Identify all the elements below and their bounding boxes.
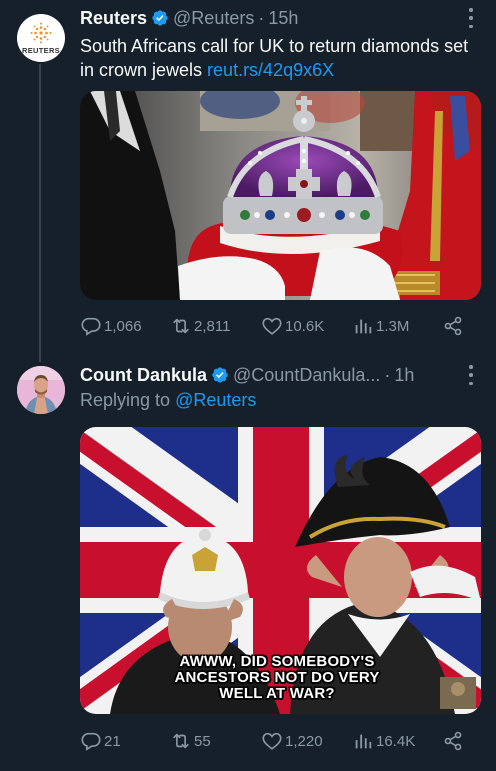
author-name[interactable]: Count Dankula <box>80 365 207 386</box>
retweet-count: 2,811 <box>194 317 231 335</box>
author-name[interactable]: Reuters <box>80 8 147 29</box>
reply-mention-link[interactable]: @Reuters <box>175 390 256 410</box>
reuters-logo-icon <box>30 22 52 43</box>
meme-caption-line: WELL AT WAR? <box>219 685 335 702</box>
separator-dot: · <box>384 364 391 385</box>
retweet-icon <box>173 318 189 334</box>
reply-button[interactable]: 1,066 <box>80 314 142 338</box>
more-options-icon[interactable] <box>468 365 474 385</box>
more-options-icon[interactable] <box>468 8 474 28</box>
verified-badge-icon <box>212 367 228 383</box>
tweet-timestamp[interactable]: 1h <box>394 365 414 386</box>
reuters-logo-wordmark: REUTERS <box>22 45 60 55</box>
share-button[interactable] <box>442 729 466 753</box>
tweet-photo-meme[interactable]: AWWW, DID SOMEBODY'S ANCESTORS NOT DO VE… <box>80 427 481 714</box>
views-chart-icon <box>355 319 372 334</box>
tweet-actions: 21 55 1,220 16.4K <box>80 729 484 753</box>
tweet-photo-crown[interactable] <box>80 91 481 300</box>
share-icon <box>444 316 462 336</box>
crown-photo-icon <box>80 91 481 300</box>
dankula-avatar[interactable] <box>17 366 65 414</box>
author-handle[interactable]: @Reuters <box>173 8 254 29</box>
reply-count: 21 <box>104 732 121 750</box>
retweet-button[interactable]: 2,811 <box>170 314 230 338</box>
retweet-icon <box>173 733 189 749</box>
reply-icon <box>81 732 101 751</box>
tweet-timestamp[interactable]: 15h <box>268 8 298 29</box>
meme-caption-line: AWWW, DID SOMEBODY'S <box>179 653 375 670</box>
views-button[interactable]: 1.3M <box>352 314 409 338</box>
tweet-link[interactable]: reut.rs/42q9x6X <box>207 60 334 80</box>
tweet-header: Count Dankula @CountDankula... · 1h <box>80 363 414 387</box>
tweet-text: South Africans call for UK to return dia… <box>80 34 480 82</box>
heart-icon <box>262 317 282 335</box>
meme-caption: AWWW, DID SOMEBODY'S ANCESTORS NOT DO VE… <box>142 654 412 702</box>
replying-to-label: Replying to <box>80 390 176 410</box>
retweet-count: 55 <box>194 732 211 750</box>
view-count: 1.3M <box>376 317 410 335</box>
replying-to-line: Replying to @Reuters <box>80 390 256 411</box>
separator-dot: · <box>258 7 265 28</box>
heart-icon <box>262 732 282 750</box>
retweet-button[interactable]: 55 <box>170 729 211 753</box>
reuters-avatar[interactable]: REUTERS <box>17 14 65 62</box>
thread-connector-line <box>39 64 41 362</box>
author-handle[interactable]: @CountDankula... <box>233 365 380 386</box>
share-button[interactable] <box>442 314 466 338</box>
view-count: 16.4K <box>376 732 416 750</box>
meme-caption-line: ANCESTORS NOT DO VERY <box>174 669 380 686</box>
profile-photo-icon <box>17 366 65 414</box>
reply-count: 1,066 <box>104 317 142 335</box>
like-count: 1,220 <box>285 732 323 750</box>
share-icon <box>444 731 462 751</box>
reply-button[interactable]: 21 <box>80 729 121 753</box>
like-count: 10.6K <box>285 317 325 335</box>
tweet-header: Reuters @Reuters · 15h <box>80 6 298 30</box>
like-button[interactable]: 1,220 <box>261 729 323 753</box>
verified-badge-icon <box>152 10 168 26</box>
views-button[interactable]: 16.4K <box>352 729 415 753</box>
views-chart-icon <box>355 734 372 749</box>
reply-icon <box>81 317 101 336</box>
tweet-actions: 1,066 2,811 10.6K 1.3M <box>80 314 484 338</box>
like-button[interactable]: 10.6K <box>261 314 324 338</box>
